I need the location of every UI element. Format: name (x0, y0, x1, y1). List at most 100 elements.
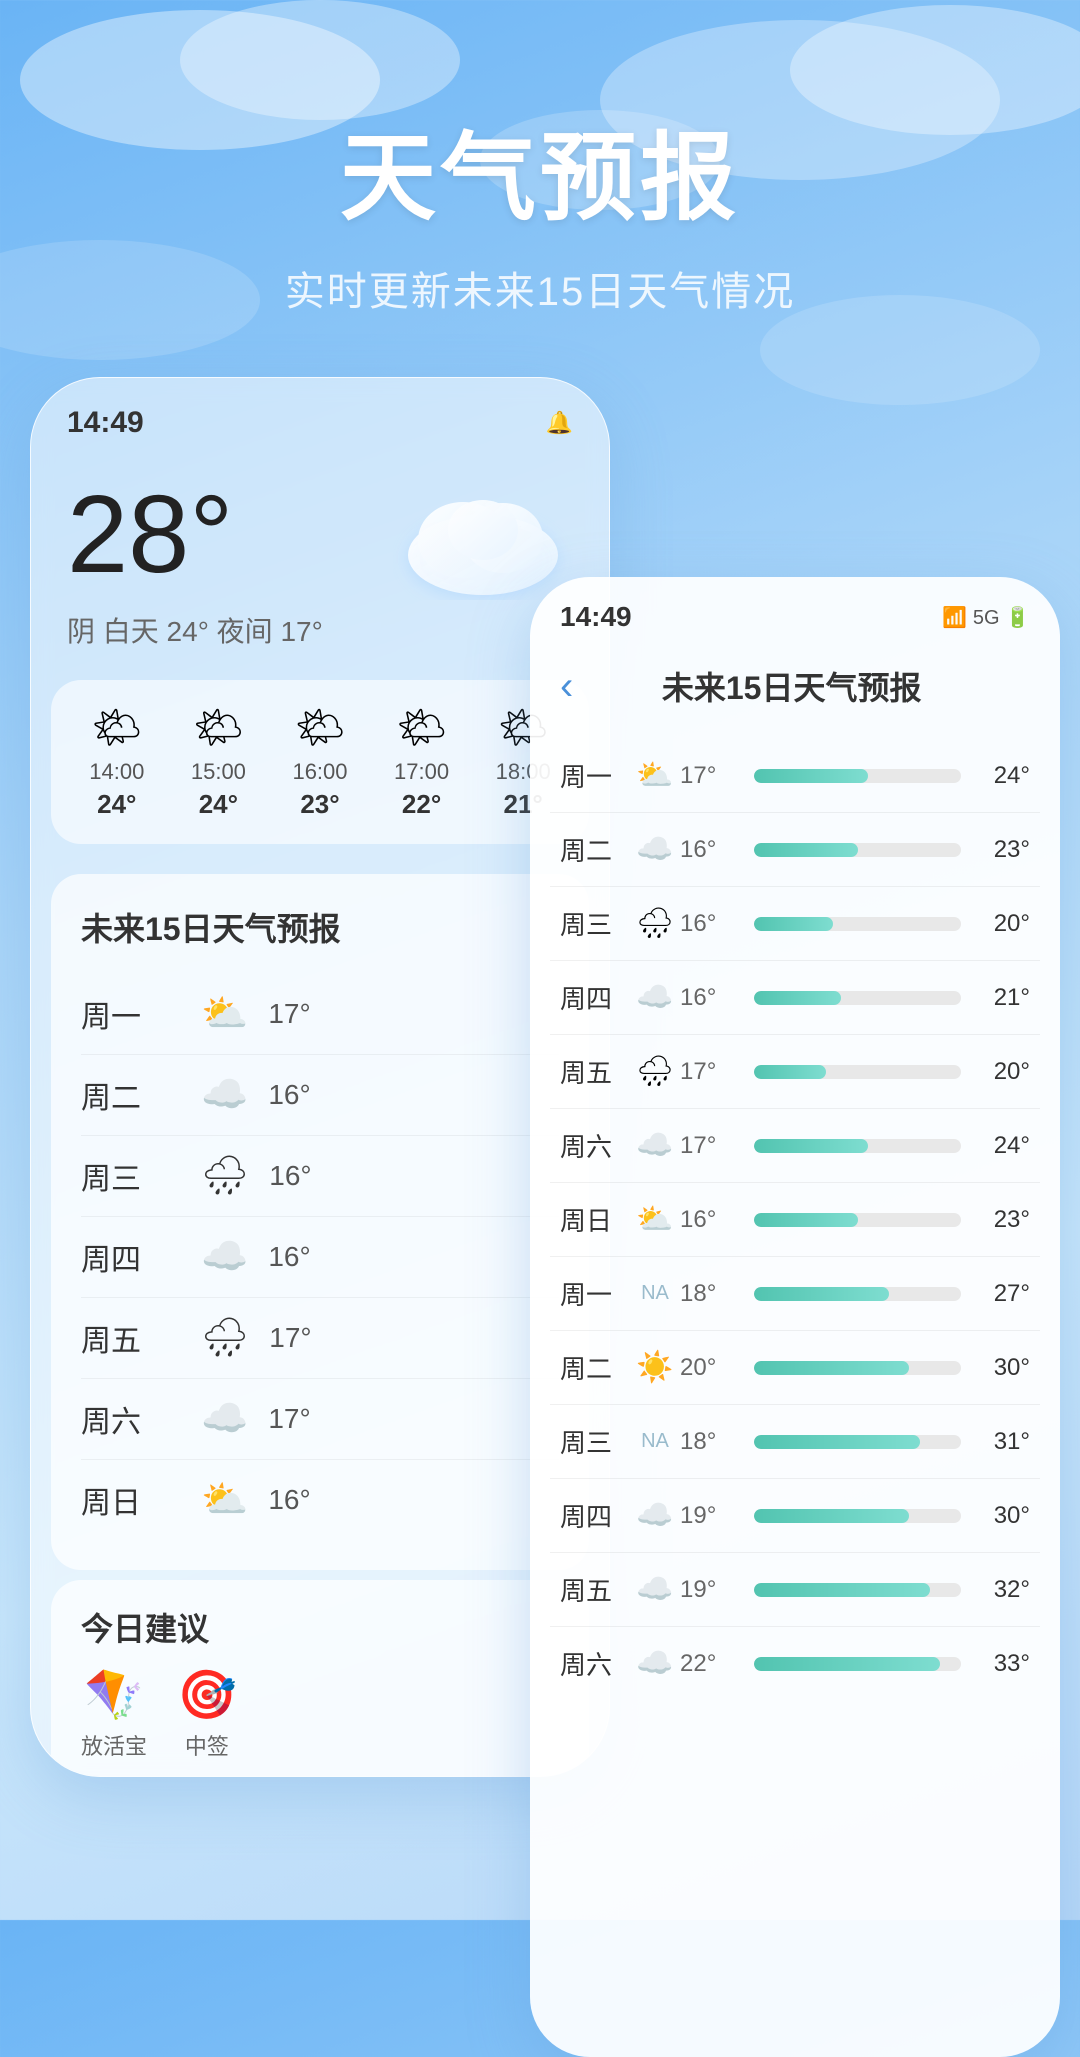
day-icon: ⛅ (630, 758, 680, 793)
table-row: 周日 ⛅ 16° 23° (550, 1183, 1040, 1257)
day-high: 24° (975, 762, 1030, 790)
day-temp: 16° (268, 1241, 310, 1273)
right-status-bar: 14:49 📶 5G 🔋 (530, 577, 1060, 643)
header: 天气预报 实时更新未来15日天气情况 (0, 0, 1080, 317)
day-name: 周三 (81, 1154, 181, 1198)
back-button[interactable]: ‹ (560, 664, 573, 709)
right-status-icons: 📶 5G 🔋 (942, 605, 1030, 630)
temp-bar-fill (754, 1287, 889, 1301)
hourly-time-3: 17:00 (376, 759, 468, 785)
day-low: 20° (680, 1354, 740, 1382)
temp-bar (754, 917, 961, 931)
day-low: 16° (680, 836, 740, 864)
temp-bar (754, 769, 961, 783)
left-status-bar: 14:49 🔔 (31, 378, 609, 450)
day-icon: ☁️ (630, 1572, 680, 1607)
temp-bar (754, 1435, 961, 1449)
temp-bar (754, 1583, 961, 1597)
day-icon: ☀️ (630, 1350, 680, 1385)
left-section-title: 未来15日天气预报 (81, 904, 559, 950)
hourly-icon-2: 🌤 (274, 704, 366, 751)
day-temp: 16° (268, 1079, 310, 1111)
list-item: 🌤 17:00 22° (376, 704, 468, 820)
day-high: 21° (975, 984, 1030, 1012)
left-main-weather: 28° (31, 450, 609, 620)
table-row: 周六 ☁️ 22° 33° (550, 1627, 1040, 1700)
temp-bar (754, 1065, 961, 1079)
hourly-temp-1: 24° (173, 789, 265, 820)
temp-bar-fill (754, 1065, 826, 1079)
phone-left: 14:49 🔔 28° (30, 377, 610, 1777)
day-name: 周三 (560, 1423, 630, 1460)
day-low: 16° (680, 910, 740, 938)
table-row: 周二 ☁️ 16° 23° (550, 813, 1040, 887)
day-high: 30° (975, 1502, 1030, 1530)
sug-label-0: 放活宝 (81, 1734, 147, 1759)
day-low: 19° (680, 1502, 740, 1530)
temp-bar-fill (754, 991, 841, 1005)
day-name: 周五 (81, 1316, 181, 1360)
left-notification-icon: 🔔 (546, 410, 573, 436)
sug-icon-0: 🪁 (81, 1666, 147, 1723)
table-row: 周四 ☁️ 16° (81, 1217, 559, 1298)
day-high: 32° (975, 1576, 1030, 1604)
day-low: 18° (680, 1428, 740, 1456)
temp-bar-fill (754, 1435, 920, 1449)
phone-right: 14:49 📶 5G 🔋 ‹ 未来15日天气预报 周一 ⛅ 17° 24° (530, 577, 1060, 2057)
table-row: 周日 ⛅ 16° (81, 1460, 559, 1540)
day-name: 周一 (81, 992, 181, 1036)
day-name: 周六 (560, 1645, 630, 1682)
temp-bar-fill (754, 1213, 858, 1227)
table-row: 周五 🌧 17° 20° (550, 1035, 1040, 1109)
table-row: 周六 ☁️ 17° 24° (550, 1109, 1040, 1183)
right-nav-header: ‹ 未来15日天气预报 (530, 643, 1060, 729)
day-high: 20° (975, 910, 1030, 938)
sug-label-1: 中签 (185, 1734, 229, 1759)
hourly-icon-3: 🌤 (376, 704, 468, 751)
day-low: 17° (680, 1132, 740, 1160)
table-row: 周三 🌧 16° 20° (550, 887, 1040, 961)
day-icon: ☁️ (630, 1128, 680, 1163)
day-name: 周五 (560, 1571, 630, 1608)
day-name: 周三 (560, 905, 630, 942)
temp-bar-fill (754, 1657, 940, 1671)
day-low: 17° (680, 1058, 740, 1086)
day-name: 周四 (560, 979, 630, 1016)
temp-bar-fill (754, 1139, 868, 1153)
left-time: 14:49 (67, 406, 144, 440)
temp-bar (754, 1657, 961, 1671)
list-item: 🪁 放活宝 (81, 1666, 147, 1761)
temp-bar (754, 1213, 961, 1227)
hourly-strip: 🌤 14:00 24° 🌤 15:00 24° 🌤 16:00 23° 🌤 17… (51, 680, 589, 844)
list-item: 🎯 中签 (177, 1666, 237, 1761)
day-high: 23° (975, 1206, 1030, 1234)
list-item: 🌤 16:00 23° (274, 704, 366, 820)
day-high: 31° (975, 1428, 1030, 1456)
day-high: 20° (975, 1058, 1030, 1086)
day-icon: 🌧 (630, 906, 680, 941)
day-high: 24° (975, 1132, 1030, 1160)
left-temperature: 28° (67, 480, 233, 590)
temp-bar-fill (754, 843, 858, 857)
app-subtitle: 实时更新未来15日天气情况 (0, 259, 1080, 317)
day-name: 周六 (560, 1127, 630, 1164)
temp-bar (754, 1509, 961, 1523)
temp-bar-fill (754, 1583, 930, 1597)
day-high: 30° (975, 1354, 1030, 1382)
day-icon: ☁️ (201, 1073, 248, 1117)
day-name: 周一 (560, 1275, 630, 1312)
table-row: 周三 NA 18° 31° (550, 1405, 1040, 1479)
table-row: 周四 ☁️ 19° 30° (550, 1479, 1040, 1553)
temp-bar (754, 843, 961, 857)
table-row: 周二 ☀️ 20° 30° (550, 1331, 1040, 1405)
day-icon: ☁️ (630, 1498, 680, 1533)
hourly-temp-2: 23° (274, 789, 366, 820)
day-icon: ☁️ (201, 1397, 248, 1441)
day-name: 周四 (560, 1497, 630, 1534)
day-icon: NA (630, 1430, 680, 1453)
day-temp: 16° (269, 1160, 311, 1192)
day-name: 周二 (560, 1349, 630, 1386)
phones-container: 14:49 🔔 28° (0, 377, 1080, 1877)
day-temp: 16° (268, 1484, 310, 1516)
hourly-time-1: 15:00 (173, 759, 265, 785)
